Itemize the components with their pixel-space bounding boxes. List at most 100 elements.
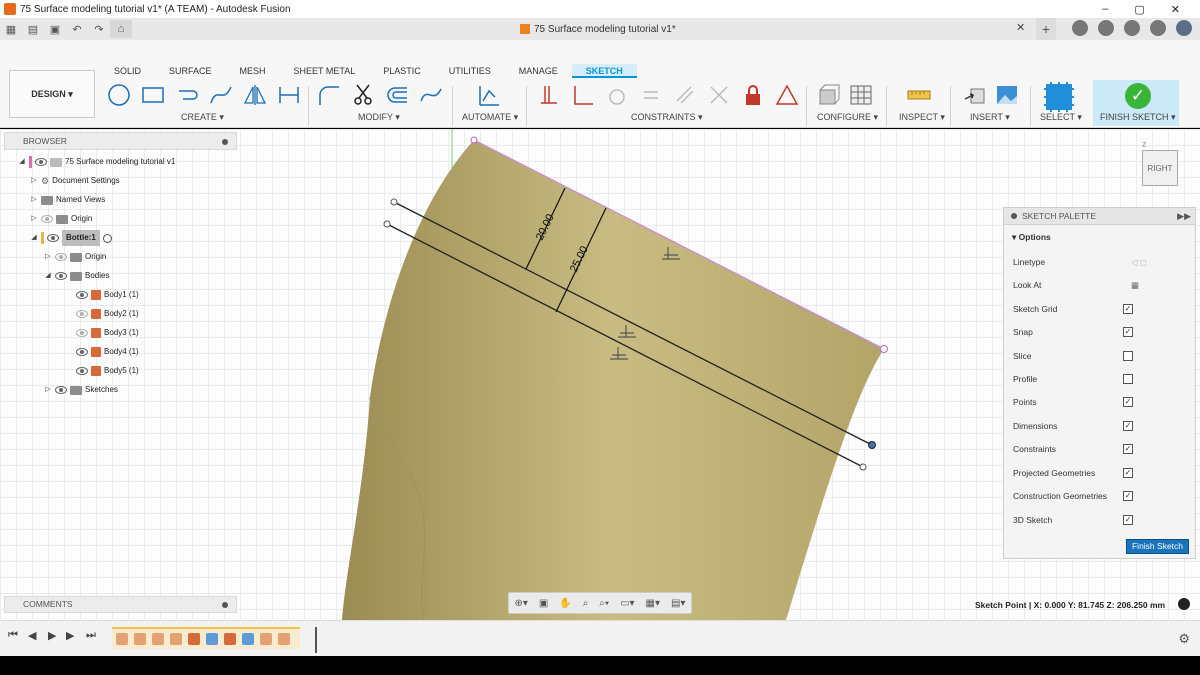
workspace-switcher[interactable]: DESIGN ▾	[9, 70, 95, 118]
slot-icon[interactable]	[174, 82, 200, 108]
new-tab-icon[interactable]: +	[1036, 18, 1056, 40]
viewports-icon[interactable]: ▤▾	[671, 598, 685, 609]
parallel-icon[interactable]	[672, 82, 698, 108]
finish-sketch-label[interactable]: FINISH SKETCH ▾	[1100, 112, 1176, 123]
timeline-feature[interactable]	[206, 633, 218, 645]
modify-group-label[interactable]: MODIFY ▾	[358, 112, 400, 123]
go-to-start-icon[interactable]: ⏮	[8, 629, 18, 642]
tree-item-body1[interactable]: Body1 (1)	[76, 287, 139, 303]
tab-mesh[interactable]: MESH	[226, 64, 280, 78]
mirror-icon[interactable]	[242, 82, 268, 108]
tree-item-bodies[interactable]: ◢ Bodies	[44, 268, 109, 284]
select-group-label[interactable]: SELECT ▾	[1040, 112, 1082, 123]
inspect-group-label[interactable]: INSPECT ▾	[899, 112, 945, 123]
sketch-point[interactable]	[859, 463, 867, 471]
tree-item-body2[interactable]: Body2 (1)	[76, 306, 139, 322]
zoom-icon[interactable]: ⌕	[583, 598, 589, 609]
automate-group-label[interactable]: AUTOMATE ▾	[462, 112, 518, 123]
timeline-feature[interactable]	[116, 633, 128, 645]
points-checkbox[interactable]: ✓	[1123, 397, 1133, 407]
offset-icon[interactable]	[384, 82, 410, 108]
circle-icon[interactable]	[106, 82, 132, 108]
expand-icon[interactable]: ▷	[30, 173, 38, 189]
pan-hand-icon[interactable]: ✋	[559, 598, 571, 609]
rectangle-icon[interactable]	[140, 82, 166, 108]
go-to-end-icon[interactable]: ⏭	[86, 629, 96, 642]
maximize-icon[interactable]: ▢	[1134, 3, 1144, 16]
notifications-icon[interactable]	[1124, 20, 1140, 36]
trim-scissors-icon[interactable]	[350, 82, 376, 108]
perpendicular-icon[interactable]	[570, 82, 596, 108]
timeline-marker[interactable]	[315, 627, 317, 653]
triangle-constraint-icon[interactable]	[774, 82, 800, 108]
step-forward-icon[interactable]: ▶	[66, 629, 74, 642]
undo-icon[interactable]: ↶	[66, 20, 88, 38]
tree-item-origin[interactable]: ▷ Origin	[30, 211, 92, 227]
measure-icon[interactable]	[906, 82, 932, 108]
tab-sheet-metal[interactable]: SHEET METAL	[280, 64, 370, 78]
save-icon[interactable]: ▣	[44, 20, 66, 38]
timeline-feature[interactable]	[170, 633, 182, 645]
file-icon[interactable]: ▤	[22, 20, 44, 38]
snap-checkbox[interactable]: ✓	[1123, 327, 1133, 337]
user-avatar[interactable]	[1176, 20, 1192, 36]
timeline-feature[interactable]	[260, 633, 272, 645]
redo-icon[interactable]: ↷	[88, 20, 110, 38]
tree-item-body4[interactable]: Body4 (1)	[76, 344, 139, 360]
orbit-icon[interactable]: ⊕▾	[514, 598, 527, 609]
symmetry-icon[interactable]	[706, 82, 732, 108]
expand-icon[interactable]: ▷	[30, 211, 38, 227]
step-back-icon[interactable]: ◀	[28, 629, 36, 642]
fillet-icon[interactable]	[316, 82, 342, 108]
tree-item-bottle-origin[interactable]: ▷ Origin	[44, 249, 106, 265]
spline-icon[interactable]	[208, 82, 234, 108]
coincident-icon[interactable]	[536, 82, 562, 108]
visibility-eye-icon[interactable]	[76, 291, 88, 299]
tab-surface[interactable]: SURFACE	[155, 64, 226, 78]
sketch-point[interactable]	[880, 345, 888, 353]
job-status-icon[interactable]	[1098, 20, 1114, 36]
tab-solid[interactable]: SOLID	[100, 64, 155, 78]
zoom-window-icon[interactable]: ⌕▾	[599, 598, 609, 609]
tree-item-body3[interactable]: Body3 (1)	[76, 325, 139, 341]
home-icon[interactable]: ⌂	[110, 20, 132, 38]
equal-icon[interactable]	[638, 82, 664, 108]
constraints-group-label[interactable]: CONSTRAINTS ▾	[631, 112, 703, 123]
activate-radio-icon[interactable]	[102, 233, 112, 243]
insert-image-icon[interactable]	[994, 82, 1020, 108]
sketch-grid-checkbox[interactable]: ✓	[1123, 304, 1133, 314]
visibility-eye-icon[interactable]	[47, 234, 59, 242]
configure-group-label[interactable]: CONFIGURE ▾	[817, 112, 878, 123]
fix-lock-icon[interactable]	[740, 82, 766, 108]
visibility-eye-icon[interactable]	[35, 158, 47, 166]
collapse-icon[interactable]: ◢	[18, 154, 26, 170]
expand-icon[interactable]: ▷	[30, 192, 38, 208]
constraints-checkbox[interactable]: ✓	[1123, 444, 1133, 454]
expand-arrow-icon[interactable]: ▶▶	[1177, 208, 1191, 225]
select-icon[interactable]	[1044, 82, 1074, 112]
curve-icon[interactable]	[418, 82, 444, 108]
timeline-feature[interactable]	[242, 633, 254, 645]
visibility-eye-icon[interactable]	[41, 215, 53, 223]
expand-icon[interactable]: ▷	[44, 249, 52, 265]
minimize-icon[interactable]: –	[1102, 3, 1108, 16]
dimension-icon[interactable]	[276, 82, 302, 108]
sketch-point[interactable]	[383, 220, 391, 228]
view-cube[interactable]: RIGHT	[1142, 150, 1178, 186]
document-tab[interactable]: 75 Surface modeling tutorial v1*	[520, 18, 676, 40]
configure-table-icon[interactable]	[848, 82, 874, 108]
options-section[interactable]: ▾ Options	[1004, 225, 1195, 243]
tree-item-named-views[interactable]: ▷ Named Views	[30, 192, 105, 208]
collapse-icon[interactable]: ◢	[30, 230, 38, 246]
palette-pin-icon[interactable]	[1011, 213, 1017, 219]
extensions-icon[interactable]	[1072, 20, 1088, 36]
visibility-eye-icon[interactable]	[55, 253, 67, 261]
look-at-icon[interactable]: ▦	[1131, 277, 1139, 293]
display-settings-icon[interactable]: ▭▾	[620, 598, 634, 609]
visibility-eye-icon[interactable]	[76, 310, 88, 318]
tree-item-root[interactable]: ◢ 75 Surface modeling tutorial v1	[18, 154, 175, 170]
slice-checkbox[interactable]	[1123, 351, 1133, 361]
browser-header[interactable]: BROWSER	[4, 132, 237, 150]
browser-pin-icon[interactable]	[222, 139, 228, 145]
tab-plastic[interactable]: PLASTIC	[369, 64, 435, 78]
